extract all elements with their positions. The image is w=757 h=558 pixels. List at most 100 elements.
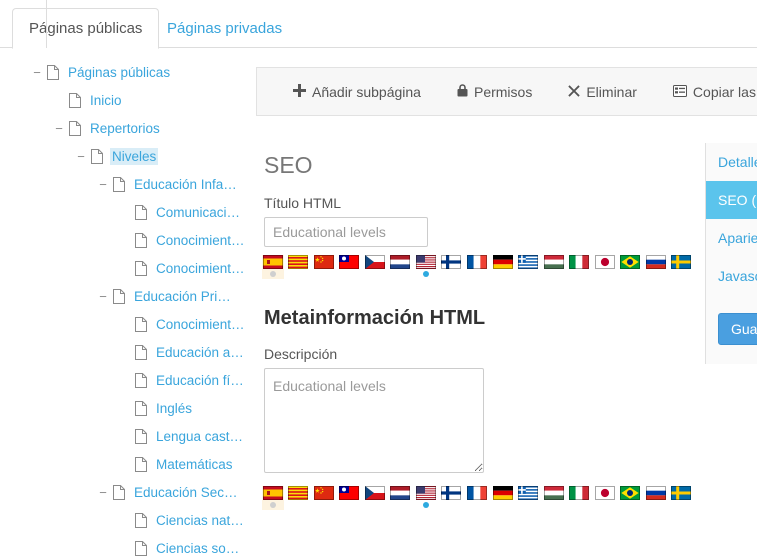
locale-flag-nl[interactable] [390, 486, 412, 510]
tree-node-label[interactable]: Inglés [154, 400, 194, 417]
locale-status-dot-zh-TW [346, 502, 352, 508]
locale-flag-es[interactable] [262, 486, 284, 510]
tree-node[interactable]: − Educación Sec… [0, 478, 248, 506]
locale-flag-en[interactable] [415, 255, 437, 279]
tree-node-label[interactable]: Educación fí… [154, 372, 246, 389]
tree-node-label[interactable]: Educación Pri… [132, 288, 233, 305]
tree-node[interactable]: Conocimient… [0, 254, 248, 282]
toolbar-button-permisos[interactable]: Permisos [439, 68, 550, 115]
tree-collapse-icon[interactable]: − [96, 290, 110, 303]
locale-status-dot-ru [653, 502, 659, 508]
side-panel-item-detalle[interactable]: Detalle [706, 143, 757, 181]
tree-node-label[interactable]: Conocimient… [154, 232, 247, 249]
locale-flag-hu[interactable] [543, 486, 565, 510]
toolbar-button-eliminar[interactable]: Eliminar [550, 68, 655, 115]
locale-flag-it[interactable] [568, 255, 590, 279]
locale-flag-zh-TW[interactable] [339, 486, 361, 510]
tree-node[interactable]: − Educación Infa… [0, 170, 248, 198]
description-textarea[interactable] [264, 368, 484, 473]
locale-flag-ja[interactable] [594, 486, 616, 510]
tree-node-label[interactable]: Ciencias nat… [154, 512, 246, 529]
locale-flag-zh-TW[interactable] [339, 255, 361, 279]
side-panel-item-javasc[interactable]: Javasc [706, 257, 757, 295]
locale-flag-es[interactable] [262, 255, 284, 279]
tree-node-label[interactable]: Conocimient… [154, 316, 247, 333]
tree-node[interactable]: − Educación Pri… [0, 282, 248, 310]
locale-flag-cs[interactable] [364, 255, 386, 279]
locale-flag-en[interactable] [415, 486, 437, 510]
tree-collapse-icon[interactable]: − [96, 486, 110, 499]
locale-flag-fr[interactable] [466, 255, 488, 279]
tree-node[interactable]: Educación fí… [0, 366, 248, 394]
tree-collapse-icon[interactable]: − [96, 178, 110, 191]
locale-flag-fr[interactable] [466, 486, 488, 510]
locale-flag-el[interactable] [517, 255, 539, 279]
tree-node[interactable]: − Páginas públicas [0, 58, 248, 86]
locale-flag-ru[interactable] [645, 486, 667, 510]
tree-node-label[interactable]: Lengua cast… [154, 428, 245, 445]
locale-status-dot-sv [678, 271, 684, 277]
locale-flag-ja[interactable] [594, 255, 616, 279]
locale-flag-ca[interactable] [288, 255, 310, 279]
flag-icon-ja [594, 255, 615, 269]
tree-node[interactable]: Matemáticas [0, 450, 248, 478]
tree-collapse-icon[interactable]: − [74, 150, 88, 163]
locale-flag-pt-BR[interactable] [619, 486, 641, 510]
locale-flag-hu[interactable] [543, 255, 565, 279]
tab-paginas-publicas[interactable]: Páginas públicas [12, 8, 160, 49]
locale-flag-pt-BR[interactable] [619, 255, 641, 279]
tree-node-label[interactable]: Inicio [88, 92, 124, 109]
locale-flag-sv[interactable] [671, 486, 693, 510]
locale-flag-zh[interactable] [313, 486, 335, 510]
locale-flag-el[interactable] [517, 486, 539, 510]
locale-flag-sv[interactable] [671, 255, 693, 279]
locale-flag-zh[interactable] [313, 255, 335, 279]
locale-flag-fi[interactable] [441, 486, 463, 510]
tree-node[interactable]: Conocimient… [0, 226, 248, 254]
tree-node[interactable]: − Repertorios [0, 114, 248, 142]
tree-node[interactable]: Inglés [0, 394, 248, 422]
tree-node-label[interactable]: Repertorios [88, 120, 162, 137]
tree-node-label[interactable]: Comunicació… [154, 204, 248, 221]
page-file-icon [134, 540, 148, 556]
tree-node[interactable]: Educación a… [0, 338, 248, 366]
html-title-input[interactable] [264, 217, 428, 247]
tree-node[interactable]: Conocimient… [0, 310, 248, 338]
locale-flag-de[interactable] [492, 486, 514, 510]
toolbar-button-copiar-las-aplic[interactable]: Copiar las aplic [655, 68, 757, 115]
locale-flag-fi[interactable] [441, 255, 463, 279]
locale-flag-de[interactable] [492, 255, 514, 279]
tree-node[interactable]: − Niveles [0, 142, 248, 170]
locale-flag-ru[interactable] [645, 255, 667, 279]
locale-flag-it[interactable] [568, 486, 590, 510]
side-panel-item-aparie[interactable]: Aparie [706, 219, 757, 257]
tree-node[interactable]: Lengua cast… [0, 422, 248, 450]
tree-node-label[interactable]: Niveles [110, 147, 159, 165]
tree-node[interactable]: Comunicació… [0, 198, 248, 226]
tree-node-label[interactable]: Educación Infa… [132, 176, 239, 193]
locale-status-dot-zh-TW [346, 271, 352, 277]
tree-node-label[interactable]: Páginas públicas [66, 64, 172, 81]
flag-icon-sv [671, 486, 692, 500]
tree-node-label[interactable]: Conocimient… [154, 260, 247, 277]
tree-collapse-icon[interactable]: − [52, 122, 66, 135]
tab-paginas-privadas[interactable]: Páginas privadas [150, 8, 299, 49]
flag-icon-nl [390, 255, 411, 269]
side-panel-item-seo[interactable]: SEO ( [706, 181, 757, 219]
locale-status-dot-it [576, 271, 582, 277]
save-button[interactable]: Gua [718, 313, 757, 345]
tree-node-label[interactable]: Ciencias soc… [154, 540, 248, 557]
locale-flag-nl[interactable] [390, 255, 412, 279]
tree-node[interactable]: Ciencias nat… [0, 506, 248, 534]
tree-node[interactable]: Ciencias soc… [0, 534, 248, 558]
toolbar-button-a-adir-subp-gina[interactable]: Añadir subpágina [257, 68, 439, 115]
locale-status-dot-ca [295, 502, 301, 508]
locale-flag-ca[interactable] [288, 486, 310, 510]
tree-node[interactable]: Inicio [0, 86, 248, 114]
locale-flag-cs[interactable] [364, 486, 386, 510]
tree-node-label[interactable]: Educación Sec… [132, 484, 240, 501]
tree-node-label[interactable]: Matemáticas [154, 456, 235, 473]
tree-collapse-icon[interactable]: − [30, 66, 44, 79]
tree-node-label[interactable]: Educación a… [154, 344, 246, 361]
locale-flag-strip-description [262, 486, 696, 512]
